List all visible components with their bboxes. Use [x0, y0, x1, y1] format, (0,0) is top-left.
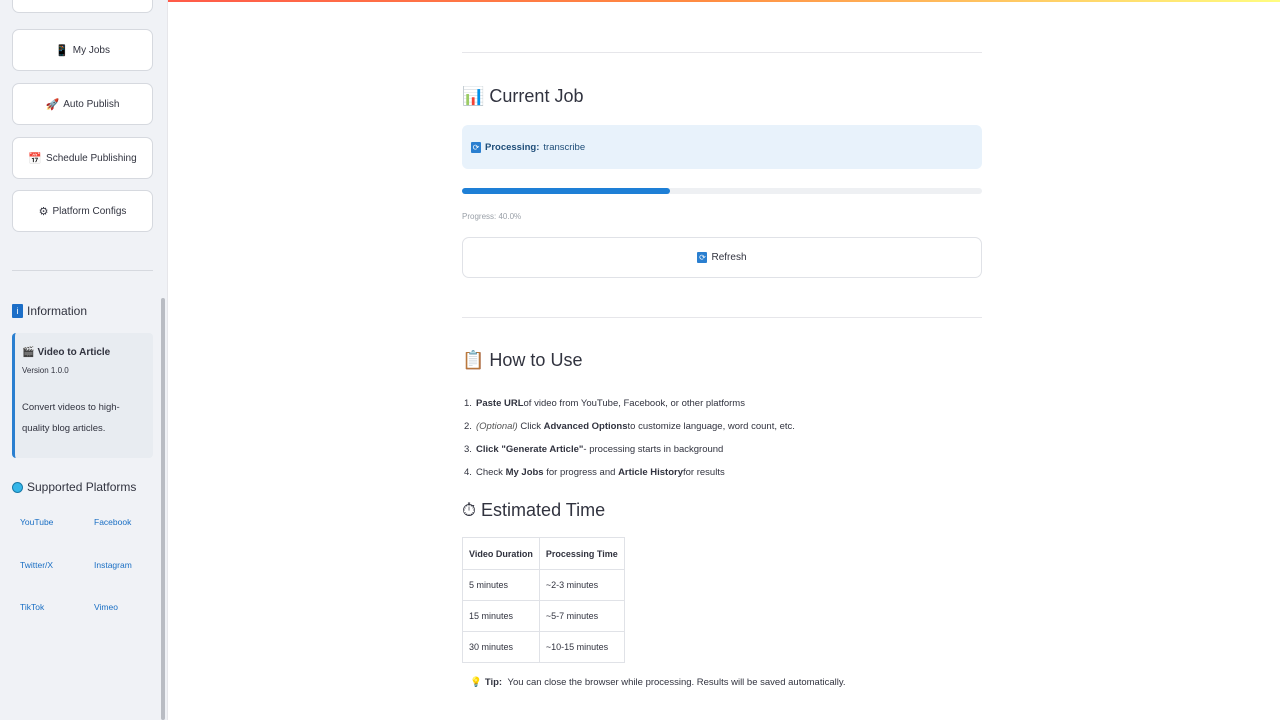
clapperboard-icon: 🎬 [22, 347, 35, 358]
platform-configs-label: Platform Configs [52, 205, 127, 217]
column-header-video-duration: Video Duration [462, 537, 540, 570]
auto-publish-label: Auto Publish [63, 98, 120, 110]
table-header-row: Video Duration Processing Time [462, 537, 625, 570]
list-item: 4. Check My Jobs for progress and Articl… [464, 467, 725, 478]
my-jobs-label: My Jobs [72, 44, 110, 56]
estimated-time-title: Estimated Time [481, 500, 606, 520]
divider-middle [462, 317, 982, 318]
estimated-time-heading: ⏱ Estimated Time [462, 500, 605, 521]
platform-youtube: YouTube [20, 517, 54, 527]
app-description: Convert videos to high-quality blog arti… [22, 402, 120, 434]
rocket-icon: 🚀 [45, 98, 60, 111]
how-to-use-heading: 📋 How to Use [462, 350, 582, 371]
calendar-icon: 📅 [28, 152, 43, 165]
gear-icon: ⚙ [38, 205, 49, 218]
globe-icon [12, 481, 23, 493]
bar-chart-icon: 📊 [462, 86, 485, 106]
my-jobs-button[interactable]: 📱 My Jobs [12, 29, 153, 71]
sidebar-scrollbar[interactable] [161, 298, 165, 720]
app-info-card: 🎬 Video to Article Version 1.0.0 Convert… [12, 333, 153, 458]
top-decoration-bar [0, 0, 1280, 2]
table-row: 15 minutes ~5-7 minutes [462, 600, 625, 632]
tip-text: You can close the browser while processi… [505, 677, 846, 688]
refresh-icon: ⟳ [697, 252, 708, 263]
info-icon: i [12, 304, 23, 318]
tip-label: Tip: [484, 677, 503, 688]
app-name-text: Video to Article [37, 347, 111, 358]
column-header-processing-time: Processing Time [538, 537, 625, 570]
clipboard-icon: 📋 [462, 350, 485, 370]
refresh-button[interactable]: ⟳ Refresh [462, 237, 982, 278]
estimated-time-table: Video Duration Processing Time 5 minutes… [462, 537, 625, 663]
table-row: 30 minutes ~10-15 minutes [462, 631, 625, 663]
how-to-use-title: How to Use [489, 350, 583, 370]
platform-facebook: Facebook [94, 517, 132, 527]
sidebar: 📱 My Jobs 🚀 Auto Publish 📅 Schedule Publ… [0, 0, 168, 720]
processing-status-box: ⟳ Processing: transcribe [462, 125, 982, 169]
current-job-heading: 📊 Current Job [462, 86, 583, 107]
information-heading: i Information [12, 304, 87, 318]
sidebar-button-hidden[interactable] [12, 0, 153, 13]
progress-bar [462, 188, 982, 194]
tip-note: 💡 Tip: You can close the browser while p… [470, 677, 846, 688]
refresh-label: Refresh [711, 252, 747, 263]
information-heading-text: Information [27, 304, 88, 318]
platform-instagram: Instagram [94, 560, 132, 570]
table-row: 5 minutes ~2-3 minutes [462, 569, 625, 601]
progress-bar-fill [462, 188, 670, 194]
list-item: 1. Paste URL of video from YouTube, Face… [464, 398, 745, 409]
app-name: 🎬 Video to Article [22, 347, 145, 358]
schedule-publishing-button[interactable]: 📅 Schedule Publishing [12, 137, 153, 179]
schedule-publishing-label: Schedule Publishing [46, 152, 137, 164]
how-to-use-steps: 1. Paste URL of video from YouTube, Face… [462, 392, 982, 484]
supported-platforms-text: Supported Platforms [27, 480, 137, 494]
progress-text: Progress: 40.0% [462, 212, 522, 221]
platform-vimeo: Vimeo [94, 602, 118, 612]
divider-top [462, 52, 982, 53]
platform-tiktok: TikTok [20, 602, 45, 612]
app-version: Version 1.0.0 [22, 366, 69, 375]
auto-publish-button[interactable]: 🚀 Auto Publish [12, 83, 153, 125]
stopwatch-icon: ⏱ [462, 500, 477, 520]
list-item: 2. (Optional) Click Advanced Options to … [464, 421, 795, 432]
sync-icon: ⟳ [471, 141, 481, 153]
supported-platforms-heading: Supported Platforms [12, 480, 136, 494]
current-job-title: Current Job [489, 86, 584, 106]
status-value: transcribe [543, 141, 586, 153]
status-label: Processing: [485, 141, 540, 153]
lightbulb-icon: 💡 [470, 677, 482, 688]
sidebar-divider [12, 270, 153, 271]
phone-icon: 📱 [55, 44, 69, 57]
list-item: 3. Click "Generate Article" - processing… [464, 444, 724, 455]
platform-twitter: Twitter/X [20, 560, 54, 570]
platform-configs-button[interactable]: ⚙ Platform Configs [12, 190, 153, 232]
